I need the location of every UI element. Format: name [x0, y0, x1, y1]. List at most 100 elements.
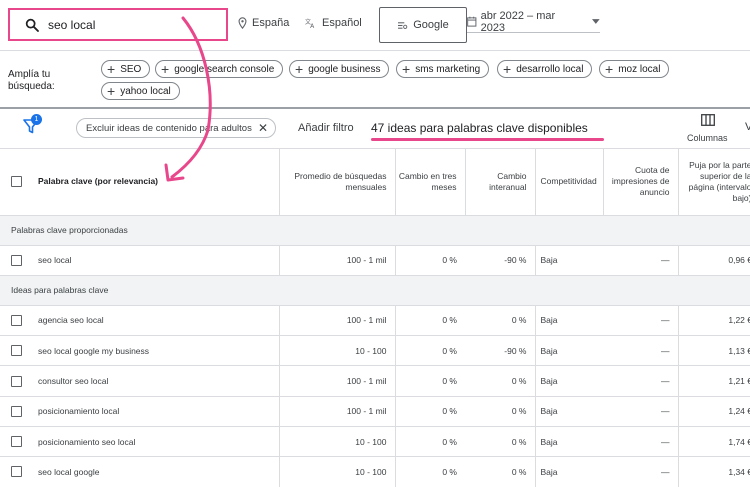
table-row[interactable]: posicionamiento local 100 - 1 mil 0 % 0 % Ba… — [0, 396, 750, 427]
header-impression-share[interactable]: Cuota de impresiones de anuncio — [603, 149, 679, 216]
impression-share-cell: — — [603, 396, 679, 427]
avg-searches-cell: 10 - 100 — [279, 456, 396, 487]
broaden-chip-yahoo-local[interactable]: + yahoo local — [101, 82, 180, 100]
avg-searches-cell: 10 - 100 — [279, 426, 396, 458]
header-competition[interactable]: Competitividad — [535, 149, 604, 216]
keyword-cell: seo local google my business — [30, 335, 280, 367]
yoy-change-cell: 0 % — [465, 365, 536, 397]
keyword-cell: posicionamiento seo local — [30, 426, 280, 458]
keyword-cell: agencia seo local — [30, 305, 280, 337]
header-yoy-change[interactable]: Cambio interanual — [465, 149, 536, 216]
broaden-chip-desarrollo-local[interactable]: + desarrollo local — [497, 60, 593, 78]
highlight-underline — [371, 138, 604, 141]
exclude-chip-label: Excluir ideas de contenido para adultos — [86, 122, 252, 134]
broaden-chip-sms-marketing[interactable]: + sms marketing — [396, 60, 490, 78]
row-checkbox[interactable] — [11, 375, 22, 387]
table-row[interactable]: seo local google 10 - 100 0 % 0 % Baja —1,34 … — [0, 456, 750, 487]
row-checkbox[interactable] — [11, 314, 22, 326]
yoy-change-cell: 0 % — [465, 456, 536, 487]
row-checkbox-cell — [0, 245, 30, 276]
impression-share-cell: — — [603, 365, 679, 397]
table-row[interactable]: seo local google my business 10 - 100 0 % -… — [0, 335, 750, 367]
three-month-change-cell: 0 % — [395, 365, 465, 397]
plus-icon: + — [605, 61, 614, 77]
competition-cell: Baja — [535, 245, 603, 276]
top-bid-low-cell: 1,21 € — [678, 365, 750, 397]
keyword-ideas-table: Palabra clave (por relevancia) Promedio … — [0, 149, 750, 487]
search-input[interactable]: seo local — [8, 8, 228, 41]
three-month-change-cell: 0 % — [395, 305, 465, 337]
plus-icon: + — [107, 83, 116, 99]
impression-share-cell: — — [603, 426, 679, 458]
top-bid-low-cell: 1,22 € — [678, 305, 750, 337]
competition-cell: Baja — [535, 456, 603, 487]
language-label: Español — [322, 17, 362, 29]
close-icon[interactable]: ✕ — [258, 122, 268, 134]
network-selector[interactable]: Google — [379, 7, 467, 43]
header-top-bid-low[interactable]: Puja por la parte superior de la página … — [678, 149, 750, 216]
ideas-count: 47 ideas para palabras clave disponibles — [371, 121, 588, 135]
avg-searches-cell: 10 - 100 — [279, 335, 396, 367]
keyword-cell: seo local — [30, 245, 280, 276]
table-row[interactable]: consultor seo local 100 - 1 mil 0 % 0 % Baja… — [0, 365, 750, 397]
avg-searches-cell: 100 - 1 mil — [279, 305, 396, 337]
select-all-cell — [0, 149, 30, 216]
select-all-checkbox[interactable] — [11, 176, 22, 188]
columns-label[interactable]: Columnas — [687, 133, 728, 143]
yoy-change-cell: 0 % — [465, 426, 536, 458]
three-month-change-cell: 0 % — [395, 396, 465, 427]
exclude-adult-filter-chip[interactable]: Excluir ideas de contenido para adultos … — [76, 118, 276, 138]
plus-icon: + — [295, 61, 304, 77]
competition-cell: Baja — [535, 396, 603, 427]
broaden-chip-google-search-console[interactable]: + google search console — [155, 60, 284, 78]
cut-off-menu-item[interactable]: V — [745, 121, 750, 133]
broaden-chip-seo[interactable]: + SEO — [101, 60, 151, 78]
plus-icon: + — [107, 61, 116, 77]
row-checkbox[interactable] — [11, 345, 22, 357]
svg-text:A: A — [310, 23, 315, 29]
plus-icon: + — [161, 61, 170, 77]
row-checkbox-cell — [0, 456, 30, 487]
calendar-icon — [467, 16, 477, 27]
translate-icon: 文A — [305, 18, 315, 29]
date-range-selector[interactable]: abr 2022 – mar 2023 — [467, 10, 600, 34]
language-selector[interactable]: 文A Español — [305, 17, 362, 29]
row-checkbox[interactable] — [11, 405, 22, 417]
row-checkbox[interactable] — [11, 466, 22, 478]
three-month-change-cell: 0 % — [395, 335, 465, 367]
search-value: seo local — [48, 17, 96, 32]
columns-icon[interactable] — [701, 114, 715, 126]
table-row[interactable]: seo local 100 - 1 mil 0 % -90 % Baja —0,96 € — [0, 245, 750, 276]
keyword-cell: seo local google — [30, 456, 280, 487]
impression-share-cell: — — [603, 456, 679, 487]
add-filter-button[interactable]: Añadir filtro — [298, 122, 354, 134]
table-row[interactable]: posicionamiento seo local 10 - 100 0 % 0 % B… — [0, 426, 750, 458]
header-keyword[interactable]: Palabra clave (por relevancia) — [30, 149, 280, 216]
table-header-row: Palabra clave (por relevancia) Promedio … — [0, 149, 750, 216]
row-checkbox-cell — [0, 396, 30, 427]
table-row[interactable]: agencia seo local 100 - 1 mil 0 % 0 % Baja —1… — [0, 305, 750, 337]
yoy-change-cell: -90 % — [465, 245, 536, 276]
broaden-chip-moz-local[interactable]: + moz local — [599, 60, 670, 78]
group-title: Palabras clave proporcionadas — [0, 215, 750, 246]
header-avg-searches[interactable]: Promedio de búsquedas mensuales — [279, 149, 396, 216]
top-bar: seo local España 文A Español Google abr 2… — [0, 0, 750, 50]
plus-icon: + — [402, 61, 411, 77]
broaden-chip-google-business[interactable]: + google business — [289, 60, 390, 78]
row-checkbox[interactable] — [11, 254, 22, 266]
network-label: Google — [413, 19, 449, 31]
row-checkbox[interactable] — [11, 436, 22, 448]
location-selector[interactable]: España — [238, 17, 289, 29]
top-bid-low-cell: 1,74 € — [678, 426, 750, 458]
competition-cell: Baja — [535, 426, 603, 458]
impression-share-cell: — — [603, 335, 679, 367]
broaden-label: Amplía tu búsqueda: — [8, 69, 55, 92]
row-checkbox-cell — [0, 335, 30, 367]
header-three-month-change[interactable]: Cambio en tres meses — [395, 149, 466, 216]
table-group-row: Palabras clave proporcionadas — [0, 215, 750, 246]
filter-count-badge: 1 — [31, 114, 42, 125]
location-pin-icon — [238, 17, 247, 29]
impression-share-cell: — — [603, 305, 679, 337]
avg-searches-cell: 100 - 1 mil — [279, 396, 396, 427]
row-checkbox-cell — [0, 365, 30, 397]
